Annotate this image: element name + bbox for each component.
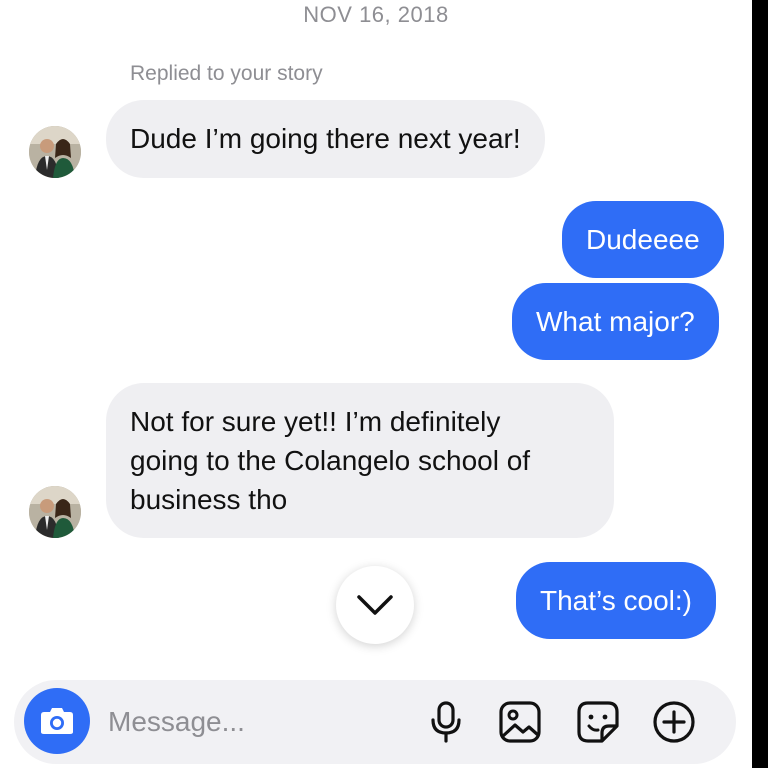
scroll-to-bottom-button[interactable] xyxy=(336,566,414,644)
contact-avatar[interactable] xyxy=(29,486,81,538)
message-composer xyxy=(14,680,736,764)
story-reply-label: Replied to your story xyxy=(130,62,323,85)
camera-button[interactable] xyxy=(24,688,90,754)
outgoing-message[interactable]: Dudeeee xyxy=(562,201,724,278)
message-line: business tho xyxy=(130,484,288,515)
date-header: NOV 16, 2018 xyxy=(303,2,449,27)
plus-circle-icon xyxy=(653,701,695,743)
image-icon xyxy=(499,701,541,743)
gallery-button[interactable] xyxy=(498,700,542,744)
contact-avatar[interactable] xyxy=(29,126,81,178)
message-text: What major? xyxy=(536,306,695,337)
message-text: That’s cool:) xyxy=(540,585,692,616)
incoming-message[interactable]: Dude I’m going there next year! xyxy=(106,100,545,178)
message-text: Dudeeee xyxy=(586,224,700,255)
add-button[interactable] xyxy=(652,700,696,744)
incoming-message[interactable]: Not for sure yet!! I’m definitely going … xyxy=(106,383,614,538)
outgoing-message[interactable]: That’s cool:) xyxy=(516,562,716,639)
message-line: going to the Colangelo school of xyxy=(130,445,531,476)
sticker-button[interactable] xyxy=(576,700,620,744)
message-text: Dude I’m going there next year! xyxy=(130,123,521,154)
chevron-down-icon xyxy=(357,595,393,615)
sticker-icon xyxy=(577,701,619,743)
outgoing-message[interactable]: What major? xyxy=(512,283,719,360)
camera-icon xyxy=(41,708,73,734)
microphone-button[interactable] xyxy=(424,700,468,744)
screen-edge xyxy=(752,0,768,768)
message-line: Not for sure yet!! I’m definitely xyxy=(130,406,501,437)
microphone-icon xyxy=(431,701,461,743)
message-input[interactable] xyxy=(106,700,410,744)
